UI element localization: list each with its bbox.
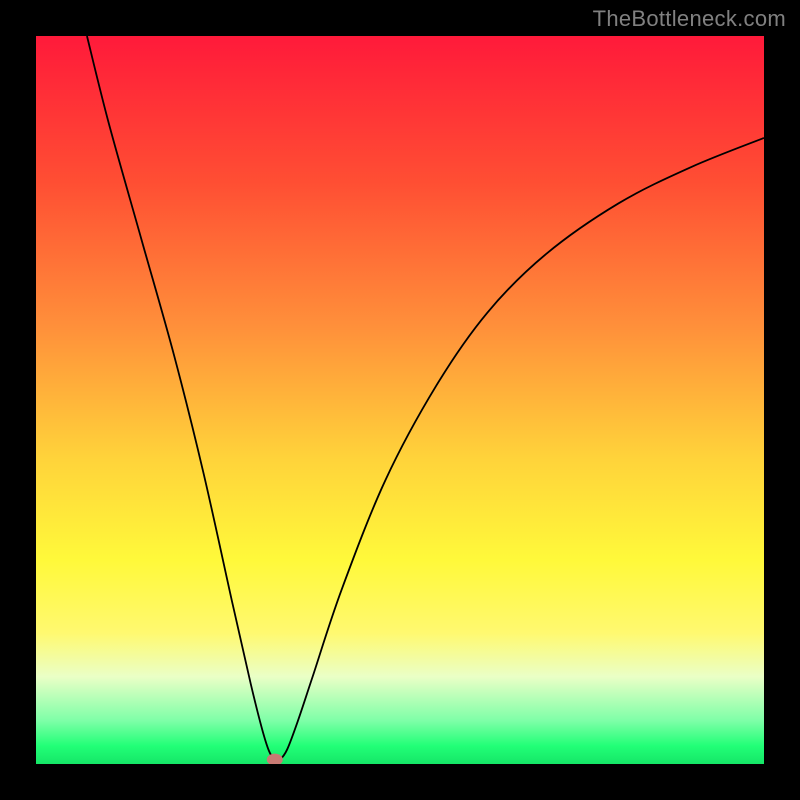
watermark-text: TheBottleneck.com: [593, 6, 786, 32]
gradient-background: [36, 36, 764, 764]
chart-svg: [36, 36, 764, 764]
chart-container: TheBottleneck.com: [0, 0, 800, 800]
plot-area: [36, 36, 764, 764]
